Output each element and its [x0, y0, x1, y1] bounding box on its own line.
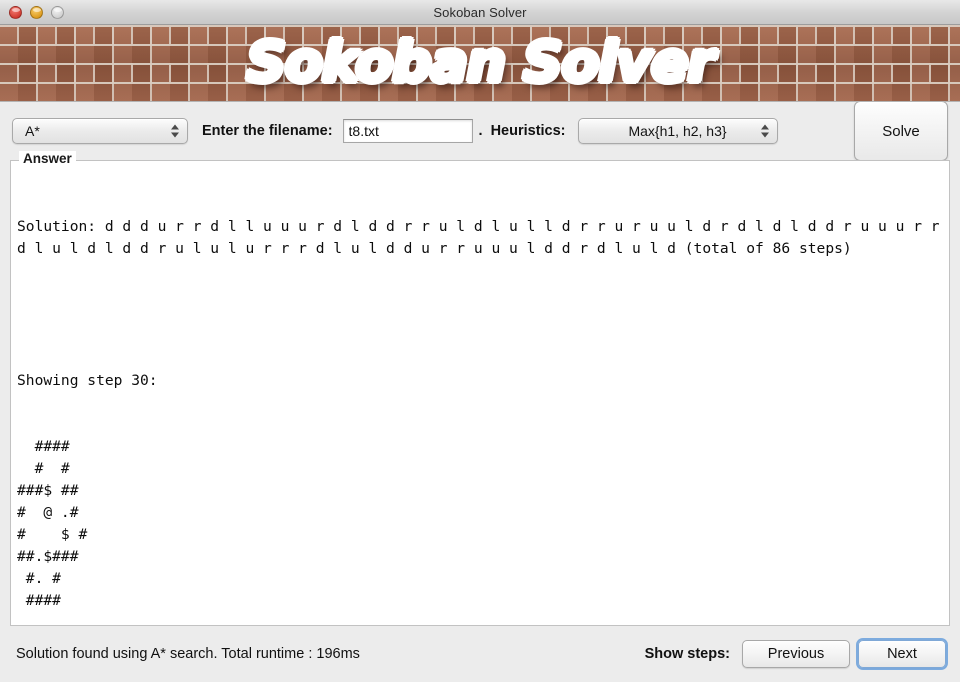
previous-step-button[interactable]: Previous — [742, 640, 850, 668]
answer-group-box: Answer Solution: d d d u r r d l l u u u… — [10, 151, 950, 626]
separator-dot: . — [478, 123, 483, 139]
algorithm-select[interactable]: A* — [12, 118, 188, 144]
solution-text: Solution: d d d u r r d l l u u u r d l … — [17, 218, 940, 257]
heuristics-select-value: Max{h1, h2, h3} — [628, 123, 727, 139]
heuristics-label: Heuristics: — [490, 123, 566, 139]
toolbar: A* Enter the filename: . Heuristics: Max… — [0, 101, 960, 161]
show-steps-label: Show steps: — [644, 646, 730, 662]
algorithm-select-value: A* — [25, 123, 40, 139]
stepper-arrows-icon — [171, 124, 179, 138]
stepper-arrows-icon — [760, 124, 769, 138]
answer-output: Solution: d d d u r r d l l u u u r d l … — [17, 172, 945, 621]
filename-input[interactable] — [342, 119, 473, 143]
next-step-button[interactable]: Next — [858, 640, 946, 668]
title-bar: Sokoban Solver — [0, 0, 960, 25]
group-box-top-border — [11, 160, 949, 161]
banner-title: Sokoban Solver — [246, 29, 714, 94]
answer-panel: Answer Solution: d d d u r r d l l u u u… — [10, 151, 950, 626]
app-banner: Sokoban Solver — [0, 25, 960, 102]
sokoban-board: #### # # ###$ ## # @ .# # $ # ##.$### #.… — [17, 438, 88, 609]
status-bar: Solution found using A* search. Total ru… — [0, 626, 960, 682]
heuristics-select[interactable]: Max{h1, h2, h3} — [577, 118, 778, 144]
window-title: Sokoban Solver — [433, 4, 527, 20]
status-message: Solution found using A* search. Total ru… — [16, 646, 360, 662]
application-window: Sokoban Solver Sokoban Solver A* Enter t… — [0, 0, 960, 682]
answer-legend: Answer — [19, 151, 76, 166]
filename-label: Enter the filename: — [202, 123, 333, 139]
showing-step-text: Showing step 30: — [17, 372, 158, 389]
solve-button[interactable]: Solve — [854, 101, 948, 161]
